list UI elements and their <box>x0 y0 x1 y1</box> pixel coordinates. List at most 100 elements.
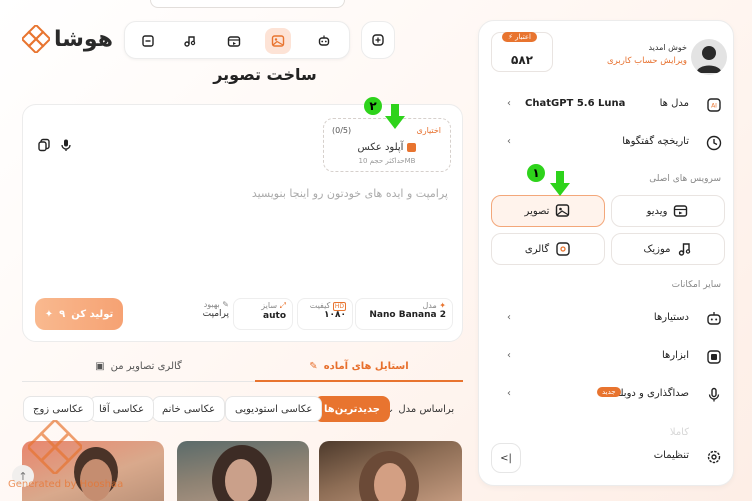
size-value: auto <box>263 311 286 321</box>
watermark-text: Generated by Hooshaa <box>8 479 124 490</box>
collapse-sidebar-button[interactable]: <| <box>491 443 521 473</box>
tab-styles-label: استایل های آماده <box>323 360 409 372</box>
credit-value: ۵۸۲ <box>511 53 533 67</box>
chip-women[interactable]: عکاسی خانم <box>152 396 226 422</box>
style-thumbnail[interactable] <box>177 441 309 501</box>
wand-icon: ✎ <box>219 300 229 309</box>
page-title: ساخت تصویر <box>213 65 317 84</box>
annotation-step-2: ۲ <box>364 97 382 115</box>
toolbar-image-button[interactable] <box>265 28 291 54</box>
video-icon <box>227 36 241 47</box>
model-selector[interactable]: ✦ مدل Nano Banana 2 <box>355 298 453 330</box>
filter-model-label: براساس مدل <box>398 403 455 415</box>
sparkle-icon: ✦ <box>44 308 54 320</box>
toolbar-video-button[interactable] <box>221 28 247 54</box>
chevron-left-icon: ‹ <box>507 388 511 399</box>
generate-button[interactable]: تولید کن ۹ ✦ <box>35 298 123 330</box>
prompt-input[interactable]: پرامپت و ایده های خودتون رو اینجا بنویسی… <box>252 187 448 200</box>
top-tab-strip <box>150 0 345 8</box>
quality-label: HD کیفیت <box>309 301 346 311</box>
upload-count: (0/5) <box>332 126 352 135</box>
models-label: مدل ها <box>659 98 689 109</box>
service-image-label: تصویر <box>524 205 550 217</box>
model-label: ✦ مدل <box>422 301 446 310</box>
toolbar-file-button[interactable] <box>135 28 161 54</box>
new-badge: جدید <box>597 387 621 397</box>
robot-icon <box>707 312 721 325</box>
enhance-value: پرامپت <box>202 309 229 319</box>
brush-icon: ✎ <box>309 360 318 372</box>
size-label: ⤢ سایز <box>261 301 286 310</box>
chip-couple[interactable]: عکاسی زوج <box>23 396 94 422</box>
user-avatar[interactable] <box>691 39 727 75</box>
logo-text: هوشا <box>54 26 113 52</box>
service-image-button[interactable]: تصویر <box>491 195 605 227</box>
image-gen-icon <box>556 204 570 217</box>
faded-item-label: کاملا <box>669 427 689 438</box>
toolbar-add-button[interactable] <box>361 21 395 59</box>
style-thumbnail[interactable] <box>319 441 462 501</box>
chevron-left-icon: ‹ <box>507 350 511 361</box>
watermark-logo-icon <box>28 420 82 474</box>
sidebar-item-history[interactable]: تاریخچه گفتگوها ‹ <box>479 128 733 158</box>
size-selector[interactable]: ⤢ سایز auto <box>233 298 293 330</box>
add-chat-icon <box>372 34 384 46</box>
enhance-label: ✎ بهبود <box>203 300 229 309</box>
edit-account-link[interactable]: ویرایش حساب کاربری <box>569 56 687 66</box>
tab-ready-styles[interactable]: استایل های آماده ✎ <box>255 352 463 382</box>
chevron-left-icon: ‹ <box>507 312 511 323</box>
service-music-button[interactable]: موزیک <box>611 233 725 265</box>
credit-box[interactable]: ⚡ اعتبار ۵۸۲ <box>491 32 553 72</box>
toolbar-music-button[interactable] <box>177 28 203 54</box>
tab-my-gallery[interactable]: گالری تصاویر من ▣ <box>22 352 255 382</box>
settings-label: تنظیمات <box>653 450 689 461</box>
upload-optional-label: اختیاری <box>416 126 441 135</box>
robot-icon <box>318 35 330 46</box>
service-toolbar <box>124 21 350 59</box>
service-video-button[interactable]: ویدیو <box>611 195 725 227</box>
chevron-left-icon: ‹ <box>507 136 511 147</box>
spark-icon: ✦ <box>436 301 446 310</box>
prompt-card: اختیاری (0/5) آپلود عکس حداکثر حجم 10MB … <box>22 104 463 342</box>
annotation-step-1: ۱ <box>527 164 545 182</box>
chip-newest[interactable]: جدیدترین‌ها <box>314 396 390 422</box>
service-video-label: ویدیو <box>646 205 668 217</box>
upload-image-icon <box>407 142 417 152</box>
sidebar-item-tools[interactable]: ابزارها ‹ <box>479 342 733 372</box>
style-tabs: استایل های آماده ✎ گالری تصاویر من ▣ <box>22 352 463 382</box>
welcome-block: خوش امدید ویرایش حساب کاربری <box>569 43 687 66</box>
history-label: تاریخچه گفتگوها <box>622 136 689 147</box>
tab-gallery-label: گالری تصاویر من <box>110 361 182 372</box>
sidebar: خوش امدید ویرایش حساب کاربری ⚡ اعتبار ۵۸… <box>478 20 734 486</box>
filter-by-model-dropdown[interactable]: براساس مدل ⌄ <box>386 396 454 422</box>
chevron-left-icon: ‹ <box>507 98 511 109</box>
svg-text:AI: AI <box>711 103 717 110</box>
logo-icon <box>22 25 50 53</box>
service-gallery-button[interactable]: گالری <box>491 233 605 265</box>
upload-title: آپلود عکس <box>357 142 404 153</box>
annotation-arrow-down-icon <box>550 171 570 196</box>
tools-icon <box>707 350 721 364</box>
credit-badge: ⚡ اعتبار <box>502 32 537 42</box>
quality-selector[interactable]: HD کیفیت ۱۰۸۰ <box>297 298 353 330</box>
quality-value: ۱۰۸۰ <box>324 310 346 320</box>
sidebar-item-models[interactable]: AI مدل ها ChatGPT 5.6 Luna ‹ <box>479 90 733 120</box>
chip-men[interactable]: عکاسی آقا <box>89 396 155 422</box>
upload-size-hint: حداکثر حجم 10MB <box>358 157 416 165</box>
gear-icon <box>707 450 721 464</box>
enhance-prompt-toggle[interactable]: ✎ بهبود پرامپت <box>179 298 229 330</box>
sidebar-item-assistants[interactable]: دستیارها ‹ <box>479 304 733 334</box>
user-icon <box>696 46 722 73</box>
toolbar-chat-button[interactable] <box>311 28 337 54</box>
service-music-label: موزیک <box>643 243 671 255</box>
video-icon <box>674 205 688 217</box>
app-logo[interactable]: هوشا <box>22 22 113 56</box>
music-icon <box>184 36 196 47</box>
sidebar-item-voice-dubbing[interactable]: صداگذاری و دوبله جدید ‹ <box>479 380 733 410</box>
annotation-arrow-down-icon <box>385 104 405 129</box>
microphone-icon[interactable] <box>59 138 73 152</box>
copy-icon[interactable] <box>37 138 51 152</box>
welcome-text: خوش امدید <box>648 43 687 52</box>
chip-studio[interactable]: عکاسی استودیویی <box>225 396 323 422</box>
generate-label: تولید کن <box>71 308 114 320</box>
